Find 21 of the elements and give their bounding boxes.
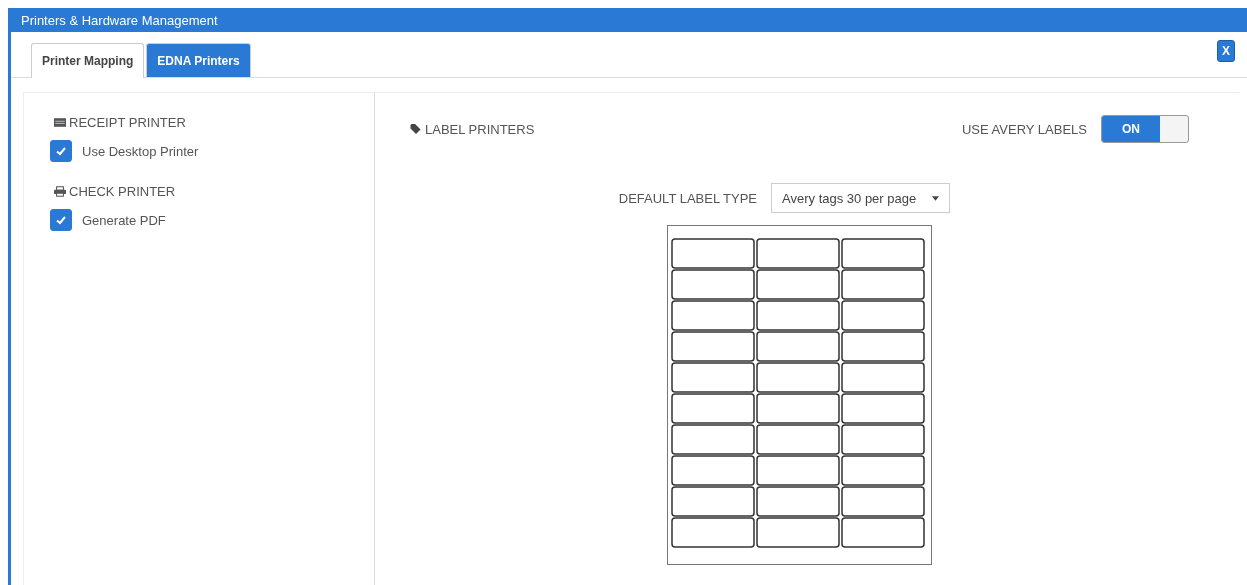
tag-icon (410, 123, 422, 135)
close-button[interactable]: X (1217, 39, 1235, 62)
printer-icon (54, 186, 66, 197)
caret-icon (932, 195, 940, 201)
checkbox-label: Generate PDF (82, 212, 166, 228)
receipt-icon (54, 117, 66, 128)
tab[interactable]: Printer Mapping (31, 43, 145, 78)
toggle-switch[interactable]: ON (1101, 115, 1189, 143)
checkmark-icon (55, 145, 67, 157)
section-heading: LABEL PRINTERS (425, 121, 535, 137)
checkbox[interactable] (50, 209, 72, 231)
section-heading: RECEIPT PRINTER (69, 115, 186, 130)
field-label: DEFAULT LABEL TYPE (618, 190, 758, 206)
checkbox-label: Use Desktop Printer (82, 143, 199, 159)
section-heading: CHECK PRINTER (69, 184, 176, 199)
checkmark-icon (55, 214, 67, 226)
checkbox[interactable] (50, 140, 72, 162)
tab[interactable]: EDNA Printers (146, 43, 251, 77)
label-type-dropdown[interactable]: Avery tags 30 per page (771, 183, 951, 213)
window-title: Printers & Hardware Management (21, 12, 218, 28)
toggle-label: USE AVERY LABELS (961, 121, 1087, 137)
